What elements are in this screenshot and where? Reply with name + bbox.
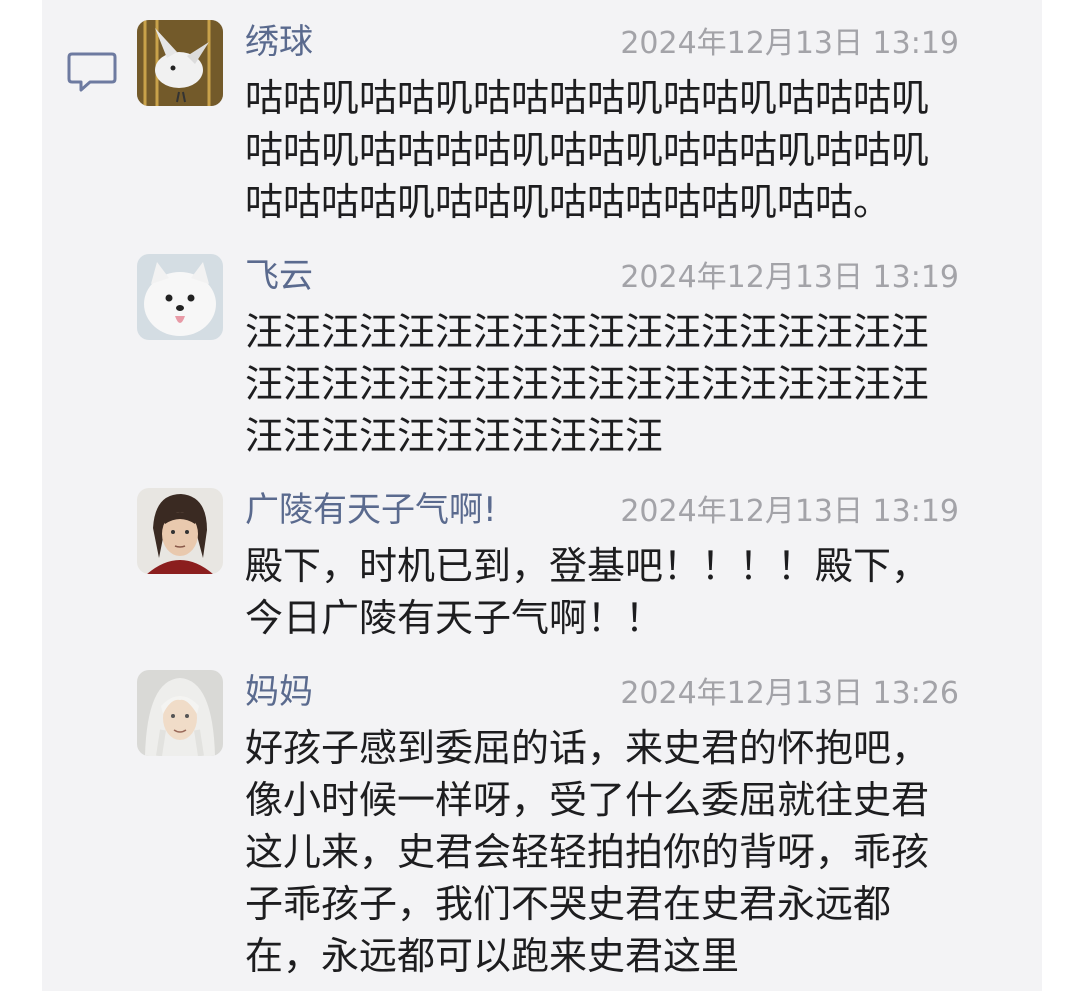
comment-text: 殿下，时机已到，登基吧！！！！殿下，今日广陵有天子气啊！！ bbox=[245, 544, 930, 640]
comment-time: 2024年12月13日 13:26 bbox=[620, 676, 959, 711]
comment-item: 飞云 2024年12月13日 13:19 汪汪汪汪汪汪汪汪汪汪汪汪汪汪汪汪汪汪汪… bbox=[137, 254, 1017, 458]
comment-author[interactable]: 飞云 bbox=[245, 254, 313, 298]
comment-text: 咕咕叽咕咕叽咕咕咕咕叽咕咕叽咕咕咕叽咕咕叽咕咕咕咕叽咕咕叽咕咕咕叽咕咕叽咕咕咕咕… bbox=[245, 76, 930, 224]
white-dog-avatar[interactable] bbox=[137, 254, 223, 340]
comment-time: 2024年12月13日 13:19 bbox=[620, 260, 959, 295]
comment-text: 汪汪汪汪汪汪汪汪汪汪汪汪汪汪汪汪汪汪汪汪汪汪汪汪汪汪汪汪汪汪汪汪汪汪汪汪汪汪汪汪… bbox=[245, 310, 930, 458]
comment-item: 绣球 2024年12月13日 13:19 咕咕叽咕咕叽咕咕咕咕叽咕咕叽咕咕咕叽咕… bbox=[137, 20, 1017, 224]
comment-bubble-icon[interactable] bbox=[66, 50, 118, 94]
comment-text: 好孩子感到委屈的话，来史君的怀抱吧，像小时候一样呀，受了什么委屈就往史君这儿来，… bbox=[245, 726, 930, 978]
comment-time: 2024年12月13日 13:19 bbox=[620, 494, 959, 529]
bird-avatar[interactable] bbox=[137, 20, 223, 106]
comment-author[interactable]: 广陵有天子气啊! bbox=[245, 488, 497, 532]
comment-author[interactable]: 妈妈 bbox=[245, 670, 313, 714]
comment-author[interactable]: 绣球 bbox=[245, 20, 313, 64]
comment-time: 2024年12月13日 13:19 bbox=[620, 26, 959, 61]
dark-haired-man-avatar[interactable] bbox=[137, 488, 223, 574]
white-haired-man-avatar[interactable] bbox=[137, 670, 223, 756]
comment-item: 妈妈 2024年12月13日 13:26 好孩子感到委屈的话，来史君的怀抱吧，像… bbox=[137, 670, 1017, 980]
comment-item: 广陵有天子气啊! 2024年12月13日 13:19 殿下，时机已到，登基吧！！… bbox=[137, 488, 1017, 640]
